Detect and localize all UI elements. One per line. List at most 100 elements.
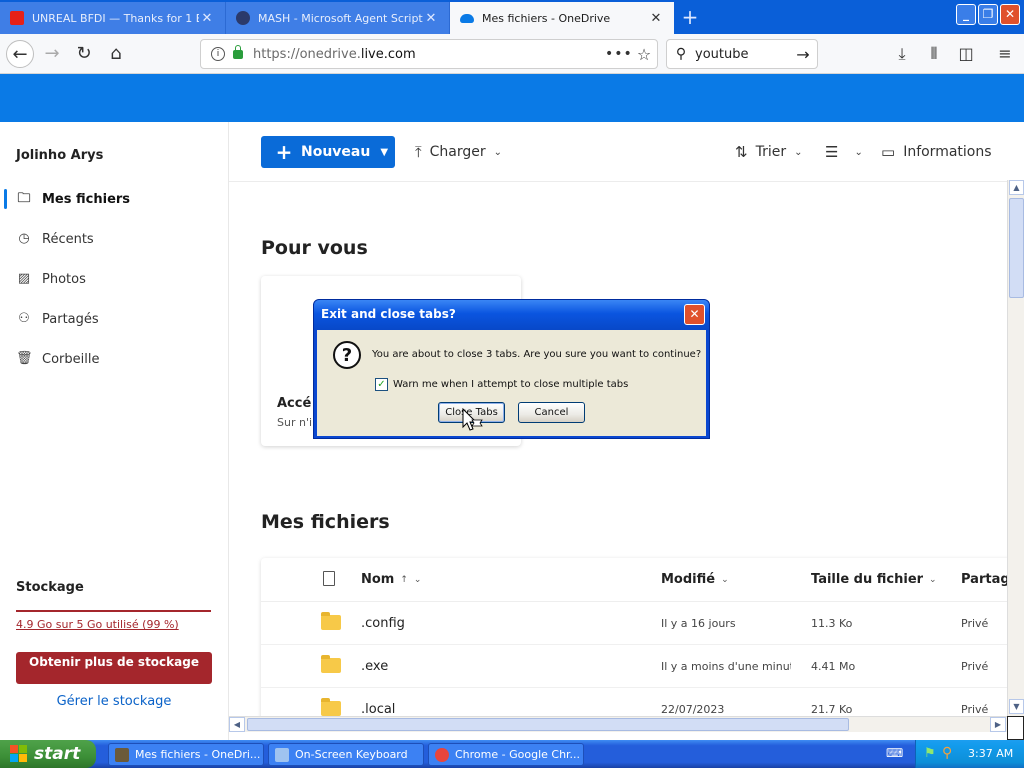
keyboard-tray-icon[interactable]: ⌨ [886,746,903,762]
back-arrow-icon[interactable]: ← [6,40,34,68]
close-tab-icon[interactable]: ✕ [423,11,439,26]
scrollbar-corner [1007,716,1024,740]
dialog-close-icon[interactable]: ✕ [684,304,705,325]
table-row[interactable]: .config Il y a 16 jours 11.3 Ko Privé [261,602,1011,645]
sidebar-toggle-icon[interactable]: ◫ [954,42,978,66]
keyboard-icon [275,747,289,762]
nav-item-photos[interactable]: ▨ Photos [0,265,228,293]
table-row[interactable]: .local 22/07/2023 21.7 Ko Privé [261,688,1011,718]
new-tab-icon[interactable]: + [680,6,700,28]
minimize-icon[interactable]: _ [956,4,976,25]
horizontal-scrollbar[interactable]: ◀ ▶ [229,716,1007,732]
nav-item-label: Partagés [42,311,99,327]
people-icon: ⚇ [18,311,30,326]
clock: 3:37 AM [968,747,1014,760]
dialog-title: Exit and close tabs? [321,307,456,321]
info-icon[interactable]: i [211,47,225,61]
warn-checkbox[interactable]: ✓ [375,378,388,391]
vertical-scroll-thumb[interactable] [1009,198,1024,298]
nav-item-partages[interactable]: ⚇ Partagés [0,305,228,333]
tab-title: MASH - Microsoft Agent Scripting [258,11,423,25]
download-icon[interactable]: ⤓ [890,42,914,66]
taskbar-item-osk[interactable]: On-Screen Keyboard [268,743,424,766]
new-button[interactable]: + Nouveau ▼ [261,136,395,168]
column-size[interactable]: Taille du fichier ⌄ [811,572,937,587]
search-tray-icon[interactable]: ⚲ [942,745,952,761]
search-value[interactable]: youtube [695,47,789,62]
taskbar-item-onedrive[interactable]: Mes fichiers - OneDri... [108,743,264,766]
taskbar-item-chrome[interactable]: Chrome - Google Chr... [428,743,584,766]
network-icon[interactable]: ⚑ [924,746,936,761]
manage-storage-link[interactable]: Gérer le stockage [16,694,212,709]
folder-icon [321,612,341,630]
view-options-button[interactable]: ☰ ⌄ [825,142,863,162]
scroll-left-arrow-icon[interactable]: ◀ [229,717,245,732]
nav-item-corbeille[interactable]: 🗑 Corbeille [0,345,228,373]
cancel-button[interactable]: Cancel [518,402,585,423]
library-icon[interactable]: ⫴ [922,42,946,66]
file-name[interactable]: .exe [361,659,388,674]
file-name[interactable]: .local [361,702,395,717]
file-modified: Il y a 16 jours [661,617,736,630]
column-sharing[interactable]: Partag [961,572,1010,587]
horizontal-scroll-thumb[interactable] [247,718,849,731]
dialog-message: You are about to close 3 tabs. Are you s… [372,349,702,360]
warn-checkbox-label[interactable]: Warn me when I attempt to close multiple… [393,379,628,390]
taskbar-item-label: Mes fichiers - OneDri... [135,748,261,761]
scroll-up-arrow-icon[interactable]: ▲ [1009,180,1024,195]
column-name[interactable]: Nom ↑ ⌄ [361,572,421,587]
tab-mash[interactable]: MASH - Microsoft Agent Scripting ✕ [226,2,450,34]
search-input[interactable]: ⚲ youtube → [666,39,818,69]
page-actions-icon[interactable]: ••• [605,46,632,62]
close-tabs-dialog: Exit and close tabs? ✕ ? You are about t… [313,299,710,439]
search-go-arrow-icon[interactable]: → [789,45,817,64]
hamburger-menu-icon[interactable]: ≡ [993,42,1017,66]
folder-icon: 🗀 [17,191,31,206]
column-modified-label: Modifié [661,572,716,587]
url-bar[interactable]: i https://onedrive.live.com ••• ☆ [200,39,658,69]
scroll-down-arrow-icon[interactable]: ▼ [1009,699,1024,714]
info-pane-icon: ▭ [881,143,896,161]
sort-button[interactable]: ⇅ Trier ⌄ [735,142,802,162]
tab-unreal-bfdi[interactable]: UNREAL BFDI — Thanks for 1 Billi ✕ [0,2,226,34]
user-name: Jolinho Arys [16,148,104,163]
file-type-icon [323,571,335,586]
storage-usage-link[interactable]: 4.9 Go sur 5 Go utilisé (99 %) [16,618,179,631]
scroll-right-arrow-icon[interactable]: ▶ [990,717,1006,732]
nav-item-mes-fichiers[interactable]: 🗀 Mes fichiers [0,185,228,213]
start-button[interactable]: start [0,740,96,768]
image-icon: ▨ [17,271,31,286]
window-close-icon[interactable]: ✕ [1000,4,1020,25]
url-text[interactable]: https://onedrive.live.com [253,47,605,62]
file-name[interactable]: .config [361,616,405,631]
agent-app-icon [115,747,129,762]
vertical-scrollbar[interactable]: ▲ ▼ [1007,180,1024,716]
restore-icon[interactable]: ❐ [978,4,998,25]
windows-taskbar: start Mes fichiers - OneDri... On-Screen… [0,740,1024,768]
trash-icon: 🗑 [16,351,33,366]
dialog-body: ? You are about to close 3 tabs. Are you… [317,330,706,436]
search-icon: ⚲ [675,46,687,62]
windows-logo-icon [10,745,28,763]
table-row[interactable]: .exe Il y a moins d'une minute 4.41 Mo P… [261,645,1011,688]
chevron-down-icon: ⌄ [493,146,503,158]
home-icon[interactable]: ⌂ [102,40,130,68]
dialog-titlebar[interactable]: Exit and close tabs? ✕ [314,300,709,330]
close-tab-icon[interactable]: ✕ [648,11,664,26]
info-button[interactable]: ▭ Informations [881,142,992,162]
files-heading: Mes fichiers [261,511,390,533]
reload-icon[interactable]: ↻ [70,40,98,68]
tab-onedrive[interactable]: Mes fichiers - OneDrive ✕ [450,2,674,34]
agent-favicon-icon [236,11,250,25]
upload-label: Charger [429,144,486,160]
upload-button[interactable]: ⤒ Charger ⌄ [415,142,502,162]
youtube-favicon-icon [10,11,24,25]
get-more-storage-button[interactable]: Obtenir plus de stockage [16,652,212,684]
file-size: 11.3 Ko [811,617,853,630]
column-modified[interactable]: Modifié ⌄ [661,572,729,587]
forward-arrow-icon[interactable]: → [38,40,66,68]
close-tab-icon[interactable]: ✕ [199,11,215,26]
start-label: start [34,744,81,764]
nav-item-recents[interactable]: ◷ Récents [0,225,228,253]
bookmark-star-icon[interactable]: ☆ [631,45,657,64]
